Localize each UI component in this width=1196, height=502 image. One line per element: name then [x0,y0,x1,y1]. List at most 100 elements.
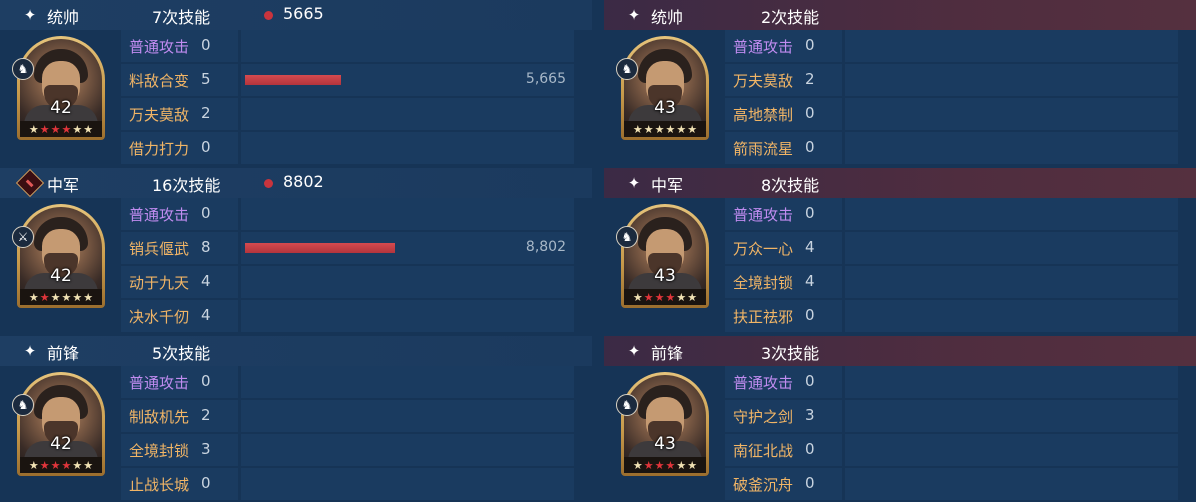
star-rating: ★ ★ ★ ★ ★ ★ [624,289,706,305]
skill-name: 万夫莫敌 [129,106,190,124]
star-rating: ★ ★ ★ ★ ★ ★ [624,457,706,473]
star-icon: ★ [643,458,654,472]
row-divider [238,132,241,164]
skill-row: 扶正祛邪 0 [725,300,1178,332]
general-portrait[interactable]: ★ ★ ★ ★ ★ ★ 42 ♞ [12,372,105,476]
skill-name: 普通攻击 [733,206,794,224]
row-divider [238,98,241,130]
row-divider [842,434,845,466]
skill-trigger-count: 4 [201,272,211,290]
skill-row: 借力打力 0 [121,132,574,164]
skill-trigger-count: 0 [201,474,211,492]
star-icon: ★ [654,290,665,304]
skill-name: 普通攻击 [129,206,190,224]
skill-name: 普通攻击 [129,374,190,392]
general-header: ✦ 统帅 7次技能 5665 [0,0,592,30]
damage-bar [245,243,395,253]
skill-name: 决水千仞 [129,308,190,326]
general-header: 中军 16次技能 8802 [0,168,592,198]
row-divider [238,468,241,500]
cavalry-icon: ♞ [616,394,638,416]
skill-list: 普通攻击 0 万夫莫敌 2 高地禁制 0 箭雨流星 0 [725,30,1178,166]
cavalry-icon: ♞ [12,394,34,416]
skill-row: 决水千仞 4 [121,300,574,332]
row-divider [842,132,845,164]
general-level: 43 [654,266,676,286]
skill-trigger-count: 0 [805,474,815,492]
skill-list: 普通攻击 0 制敌机先 2 全境封锁 3 止战长城 0 [121,366,574,502]
general-block: ✦ 前锋 3次技能 ★ ★ ★ ★ ★ ★ 43 ♞ 普通攻击 0 守护之剑 3 南征北战 0 破釜沉舟 0 [604,336,1196,502]
portrait-frame: ★ ★ ★ ★ ★ ★ [621,372,709,476]
skill-damage-value: 5,665 [525,71,566,87]
skill-name: 守护之剑 [733,408,794,426]
skill-row: 普通攻击 0 [121,30,574,62]
row-divider [842,400,845,432]
skill-trigger-count: 0 [201,372,211,390]
row-divider [842,198,845,230]
skill-trigger-count: 0 [201,138,211,156]
general-header: ✦ 前锋 5次技能 [0,336,592,366]
skill-name: 全境封锁 [733,274,794,292]
star-icon: ★ [654,458,665,472]
skill-name: 销兵偃武 [129,240,190,258]
row-divider [842,64,845,96]
skill-name: 全境封锁 [129,442,190,460]
skill-name: 止战长城 [129,476,190,494]
star-icon: ★ [83,458,94,472]
row-divider [238,434,241,466]
skill-trigger-count: 3 [201,440,211,458]
star-icon: ★ [50,290,61,304]
general-portrait[interactable]: ★ ★ ★ ★ ★ ★ 42 ⚔ [12,204,105,308]
skill-trigger-count: 2 [201,104,211,122]
damage-dot-icon [264,179,273,188]
cavalry-icon: ♞ [616,226,638,248]
star-icon: ★ [83,290,94,304]
skill-trigger-count: 8 [201,238,211,256]
sparkle-icon: ✦ [627,342,641,360]
row-divider [842,300,845,332]
general-portrait[interactable]: ★ ★ ★ ★ ★ ★ 43 ♞ [616,36,709,140]
sparkle-icon: ✦ [23,342,37,360]
row-divider [238,300,241,332]
skill-row: 制敌机先 2 [121,400,574,432]
skill-name: 普通攻击 [733,374,794,392]
general-portrait[interactable]: ★ ★ ★ ★ ★ ★ 43 ♞ [616,372,709,476]
skill-trigger-count: 2 [201,406,211,424]
star-rating: ★ ★ ★ ★ ★ ★ [624,121,706,137]
skill-count-label: 5次技能 [152,344,211,363]
star-icon: ★ [28,122,39,136]
general-portrait[interactable]: ★ ★ ★ ★ ★ ★ 42 ♞ [12,36,105,140]
row-divider [842,266,845,298]
skill-trigger-count: 2 [805,70,815,88]
general-level: 42 [50,434,72,454]
star-icon: ★ [61,122,72,136]
star-icon: ★ [39,458,50,472]
star-icon: ★ [665,458,676,472]
star-icon: ★ [39,122,50,136]
star-icon: ★ [50,122,61,136]
skill-trigger-count: 5 [201,70,211,88]
general-portrait[interactable]: ★ ★ ★ ★ ★ ★ 43 ♞ [616,204,709,308]
star-icon: ★ [632,458,643,472]
skill-name: 料敌合变 [129,72,190,90]
skill-list: 普通攻击 0 料敌合变 5 5,665 万夫莫敌 2 借力打力 0 [121,30,574,166]
star-icon: ★ [676,458,687,472]
skill-row: 普通攻击 0 [725,198,1178,230]
star-icon: ★ [665,122,676,136]
star-icon: ★ [632,290,643,304]
star-rating: ★ ★ ★ ★ ★ ★ [20,457,102,473]
skill-trigger-count: 0 [805,204,815,222]
skill-row: 万夫莫敌 2 [725,64,1178,96]
damage-dot-icon [264,11,273,20]
skill-trigger-count: 4 [805,238,815,256]
skill-row: 破釜沉舟 0 [725,468,1178,500]
skill-row: 料敌合变 5 5,665 [121,64,574,96]
skill-count-label: 16次技能 [152,176,221,195]
skill-trigger-count: 4 [805,272,815,290]
skill-row: 动于九天 4 [121,266,574,298]
damage-total: 8802 [283,172,324,191]
star-icon: ★ [687,290,698,304]
row-divider [842,468,845,500]
star-icon: ★ [61,290,72,304]
general-block: ✦ 统帅 7次技能 5665 ★ ★ ★ ★ ★ ★ 42 ♞ 普通攻击 0 料敌合变 5 5,665 万夫莫敌 2… [0,0,592,168]
